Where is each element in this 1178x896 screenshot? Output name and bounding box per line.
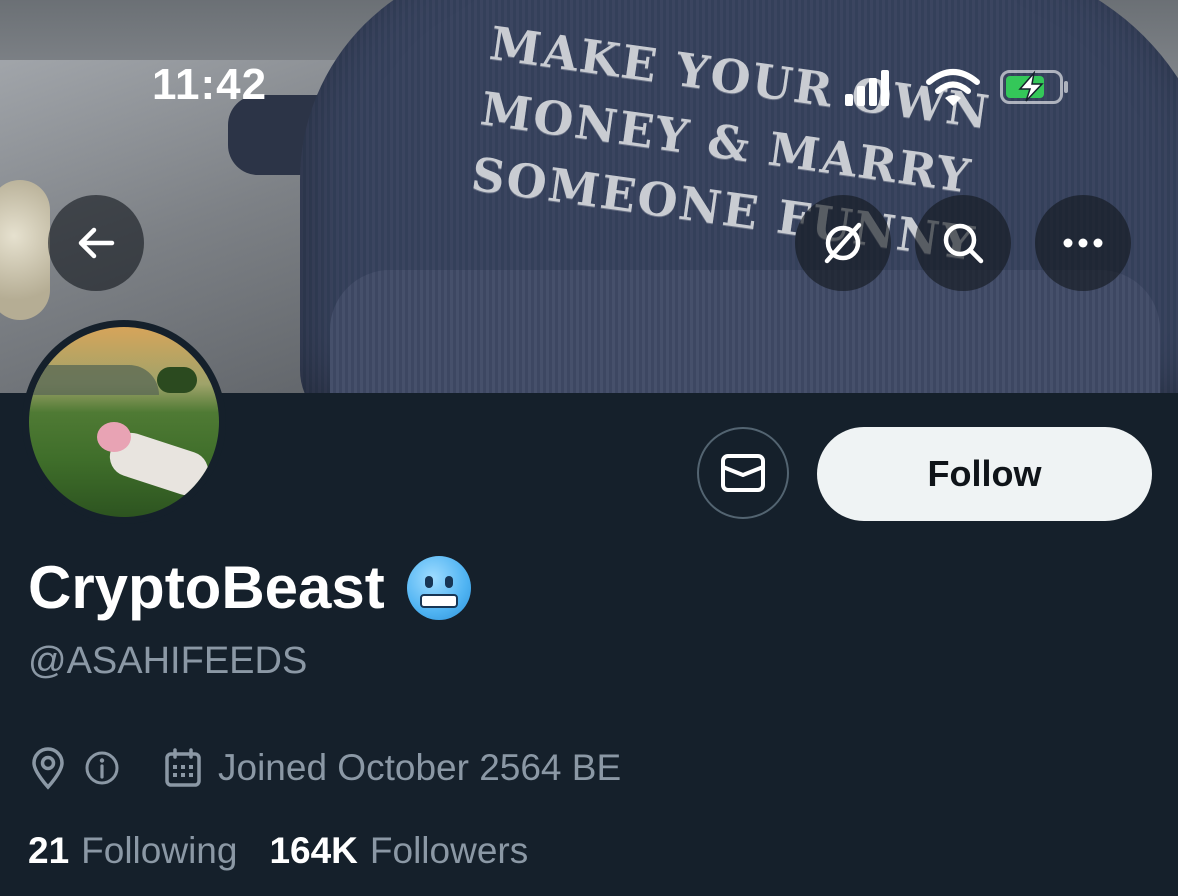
cold-face-emoji-icon [406, 555, 471, 620]
calendar-icon [164, 748, 202, 788]
followers-count: 164K [269, 830, 358, 871]
search-button[interactable] [915, 195, 1011, 291]
avatar-image [29, 327, 219, 517]
display-name: CryptoBeast [28, 553, 471, 622]
profile-meta-row: Joined October 2564 BE [28, 745, 621, 791]
arrow-left-icon [78, 227, 115, 259]
banner-stones [0, 180, 50, 320]
back-button[interactable] [48, 195, 144, 291]
location-pin-icon [28, 746, 68, 790]
following-count: 21 [28, 830, 70, 871]
status-time: 11:42 [152, 60, 268, 109]
message-button[interactable] [697, 427, 789, 519]
followers-label: Followers [369, 830, 529, 871]
following-stat[interactable]: 21 Following [28, 830, 237, 872]
following-label: Following [81, 830, 238, 871]
search-icon [943, 223, 984, 264]
followers-stat[interactable]: 164K Followers [269, 830, 528, 872]
wifi-icon [926, 69, 980, 106]
display-name-text: CryptoBeast [28, 554, 385, 621]
avatar[interactable] [22, 320, 226, 524]
cellular-signal-icon [845, 68, 891, 106]
more-button[interactable] [1035, 195, 1131, 291]
banner-hat-brim [330, 270, 1160, 393]
user-handle: @ASAHIFEEDS [28, 640, 308, 682]
joined-date: Joined October 2564 BE [218, 747, 622, 788]
more-horizontal-icon [1063, 238, 1103, 248]
battery-charging-icon [1000, 70, 1068, 104]
translate-off-icon [824, 222, 862, 264]
info-icon[interactable] [84, 750, 120, 786]
follow-stats: 21 Following 164K Followers [28, 830, 560, 872]
translate-button[interactable] [795, 195, 891, 291]
follow-button[interactable]: Follow [817, 427, 1152, 521]
envelope-icon [721, 454, 765, 492]
